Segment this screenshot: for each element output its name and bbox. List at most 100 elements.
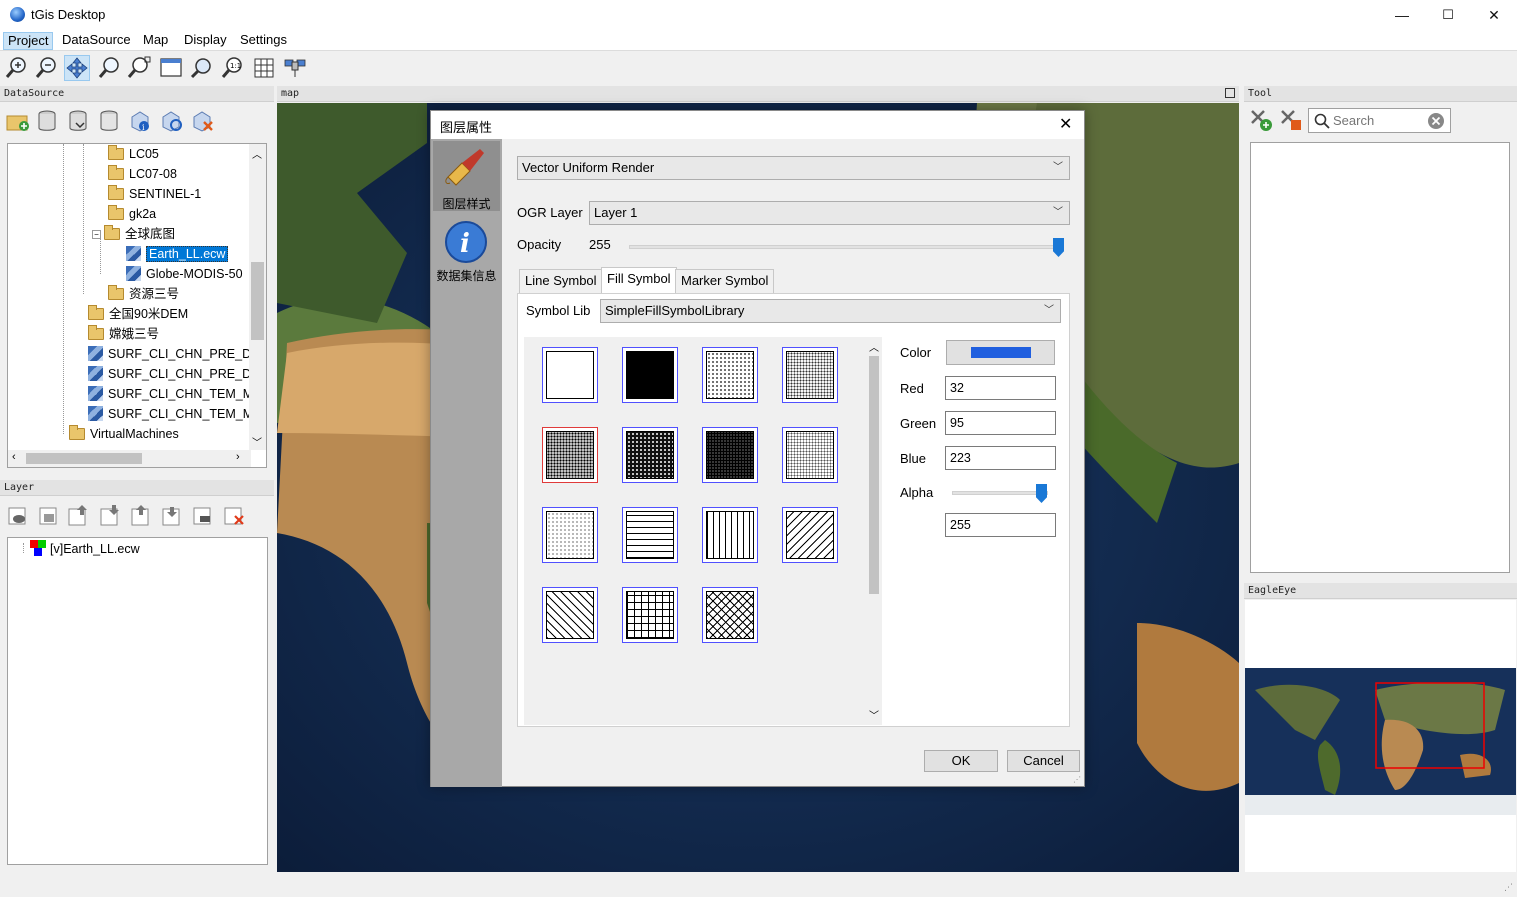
- clear-search-icon[interactable]: [1427, 112, 1445, 130]
- fill-pattern-swatch[interactable]: [782, 507, 838, 563]
- layer-down-icon[interactable]: [161, 503, 185, 527]
- fill-pattern-swatch[interactable]: [702, 587, 758, 643]
- fill-pattern-swatch[interactable]: [622, 347, 678, 403]
- fill-pattern-swatch[interactable]: [622, 427, 678, 483]
- tree-vscrollbar[interactable]: ︿ ﹀: [249, 144, 266, 450]
- menu-display[interactable]: Display: [180, 32, 231, 50]
- alpha-field[interactable]: 255: [945, 513, 1056, 537]
- add-tool-icon[interactable]: [1249, 108, 1273, 132]
- symbol-lib-select[interactable]: SimpleFillSymbolLibrary ﹀: [600, 299, 1061, 323]
- zoom-original-icon[interactable]: 1:1: [219, 55, 245, 81]
- fill-pattern-swatch[interactable]: [782, 347, 838, 403]
- tree-item[interactable]: 嫦娥三号: [88, 324, 159, 344]
- tree-item[interactable]: Globe-MODIS-50: [126, 264, 243, 284]
- tab-fill-symbol[interactable]: Fill Symbol: [601, 267, 677, 293]
- zoom-out-icon[interactable]: [34, 55, 60, 81]
- collapse-toggle-icon[interactable]: −: [92, 230, 101, 239]
- scroll-thumb[interactable]: [251, 262, 264, 340]
- gallery-vscrollbar[interactable]: ︿ ﹀: [866, 337, 882, 725]
- ogr-layer-select[interactable]: Layer 1 ﹀: [589, 201, 1070, 225]
- tree-item[interactable]: gk2a: [108, 204, 156, 224]
- fill-pattern-swatch[interactable]: [542, 427, 598, 483]
- scroll-down-icon[interactable]: ﹀: [252, 434, 262, 449]
- dialog-close-button[interactable]: ✕: [1059, 114, 1072, 134]
- eagle-eye-view[interactable]: [1245, 600, 1516, 872]
- alpha-slider-track[interactable]: [952, 491, 1048, 495]
- tab-marker-symbol[interactable]: Marker Symbol: [675, 269, 775, 293]
- opacity-slider-track[interactable]: [629, 245, 1061, 249]
- zoom-in-icon[interactable]: [4, 55, 30, 81]
- tool-search-box[interactable]: [1308, 108, 1451, 133]
- menu-map[interactable]: Map: [139, 32, 172, 50]
- red-field[interactable]: 32: [945, 376, 1056, 400]
- hscroll-thumb[interactable]: [26, 453, 142, 464]
- scroll-left-icon[interactable]: ‹: [12, 451, 16, 463]
- blue-field[interactable]: 223: [945, 446, 1056, 470]
- fill-pattern-swatch[interactable]: [542, 347, 598, 403]
- add-folder-icon[interactable]: [6, 110, 30, 132]
- fill-pattern-swatch[interactable]: [702, 427, 758, 483]
- tree-item[interactable]: 全国90米DEM: [88, 304, 188, 324]
- database-add-icon[interactable]: [68, 109, 90, 133]
- tree-item[interactable]: SURF_CLI_CHN_TEM_MC: [88, 404, 262, 424]
- tree-item[interactable]: SURF_CLI_CHN_PRE_DAY: [88, 364, 266, 384]
- fill-pattern-swatch[interactable]: [782, 427, 838, 483]
- layer-clear-icon[interactable]: [192, 505, 214, 527]
- tree-item[interactable]: SENTINEL-1: [108, 184, 201, 204]
- ok-button[interactable]: OK: [924, 750, 998, 772]
- fill-pattern-swatch[interactable]: [622, 587, 678, 643]
- tree-item[interactable]: LC05: [108, 144, 159, 164]
- menu-project[interactable]: Project: [3, 32, 54, 50]
- pan-icon[interactable]: [64, 55, 90, 81]
- float-panel-icon[interactable]: [1225, 88, 1235, 98]
- color-picker-button[interactable]: [946, 340, 1055, 365]
- zoom-layer-icon[interactable]: [188, 55, 214, 81]
- grid-icon[interactable]: [251, 55, 277, 81]
- tree-item[interactable]: VirtualMachines: [69, 424, 179, 444]
- layer-bottom-icon[interactable]: [99, 503, 123, 527]
- full-extent-icon[interactable]: [158, 55, 184, 81]
- status-resize-grip-icon[interactable]: ⋰: [1504, 882, 1513, 893]
- menu-datasource[interactable]: DataSource: [58, 32, 135, 50]
- remove-tool-icon[interactable]: [1279, 108, 1303, 132]
- tree-item[interactable]: SURF_CLI_CHN_PRE_DAY: [88, 344, 266, 364]
- cancel-button[interactable]: Cancel: [1007, 750, 1080, 772]
- scroll-thumb[interactable]: [869, 356, 879, 594]
- refresh-dataset-icon[interactable]: [160, 109, 184, 133]
- layer-up-icon[interactable]: [130, 503, 154, 527]
- layer-add-icon[interactable]: [38, 505, 60, 527]
- layer-item[interactable]: [v]Earth_LL.ecw: [30, 539, 140, 559]
- satellite-icon[interactable]: [282, 55, 308, 81]
- maximize-button[interactable]: ☐: [1425, 0, 1471, 30]
- fill-pattern-swatch[interactable]: [542, 587, 598, 643]
- tab-line-symbol[interactable]: Line Symbol: [519, 269, 603, 293]
- fill-pattern-swatch[interactable]: [622, 507, 678, 563]
- zoom-extent-icon[interactable]: [126, 55, 152, 81]
- fill-pattern-swatch[interactable]: [542, 507, 598, 563]
- green-field[interactable]: 95: [945, 411, 1056, 435]
- layer-top-icon[interactable]: [67, 503, 91, 527]
- scroll-up-icon[interactable]: ︿: [252, 146, 262, 161]
- tree-item[interactable]: − 全球底图: [92, 224, 175, 244]
- remove-dataset-icon[interactable]: [191, 109, 215, 133]
- layer-remove-icon[interactable]: [223, 505, 247, 527]
- tree-item[interactable]: 资源三号: [108, 284, 179, 304]
- alpha-slider-thumb[interactable]: [1036, 484, 1047, 503]
- scroll-down-icon[interactable]: ﹀: [869, 707, 879, 722]
- menu-settings[interactable]: Settings: [236, 32, 291, 50]
- tree-item-selected[interactable]: Earth_LL.ecw: [126, 244, 229, 264]
- database-icon[interactable]: [99, 109, 121, 133]
- open-datasource-icon[interactable]: [37, 109, 59, 133]
- tree-item[interactable]: LC07-08: [108, 164, 177, 184]
- renderer-select[interactable]: Vector Uniform Render ﹀: [517, 156, 1070, 180]
- minimize-button[interactable]: —: [1379, 0, 1425, 30]
- resize-grip-icon[interactable]: ⋰: [1073, 775, 1081, 784]
- dataset-info-icon[interactable]: i: [129, 109, 153, 133]
- side-item-dataset-info[interactable]: i 数据集信息: [433, 217, 500, 287]
- scroll-right-icon[interactable]: ›: [236, 451, 240, 463]
- tree-item[interactable]: SURF_CLI_CHN_TEM_MC: [88, 384, 262, 404]
- layer-visible-icon[interactable]: [7, 505, 29, 527]
- zoom-select-icon[interactable]: [96, 55, 122, 81]
- opacity-slider-thumb[interactable]: [1053, 238, 1064, 257]
- close-button[interactable]: ✕: [1471, 0, 1517, 30]
